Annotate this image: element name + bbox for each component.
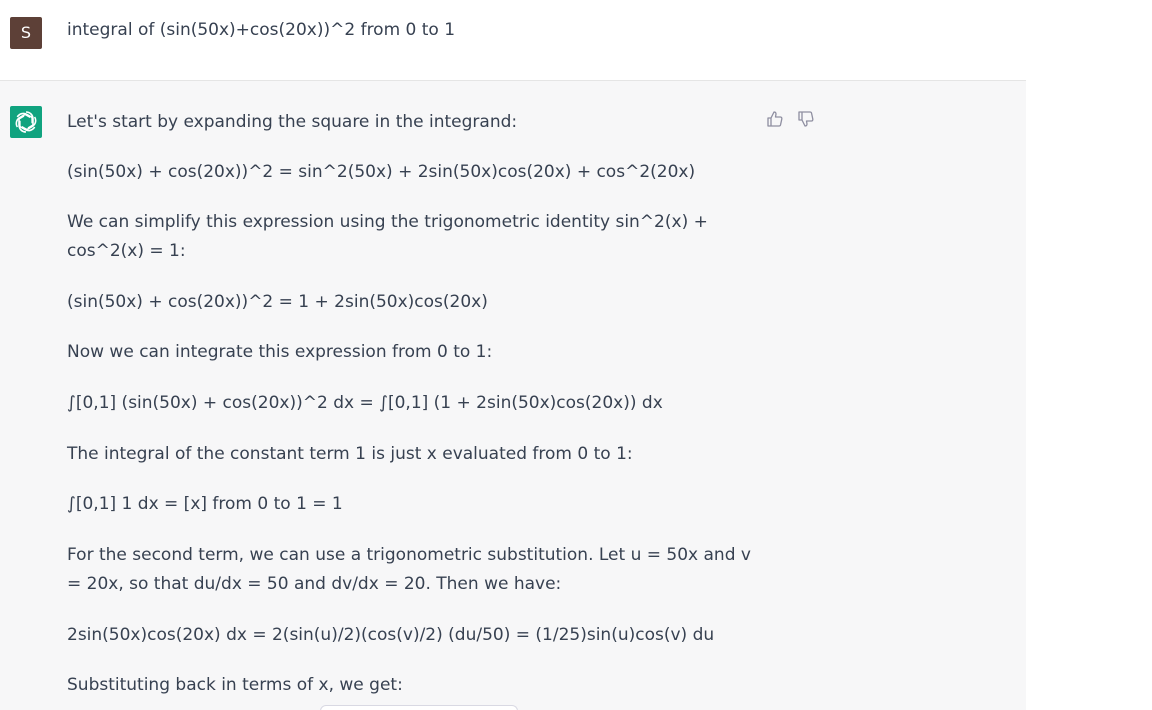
user-message-text: integral of (sin(50x)+cos(20x))^2 from 0… [67,20,456,40]
user-message-row: S integral of (sin(50x)+cos(20x))^2 from… [0,0,1026,81]
answer-paragraph: We can simplify this expression using th… [67,212,708,261]
assistant-message-row: Let's start by expanding the square in t… [0,81,1026,710]
thumbs-up-button[interactable] [765,109,785,129]
answer-paragraph: Substituting back in terms of x, we get: [67,675,403,695]
openai-logo-icon [15,111,37,133]
chat-window: S integral of (sin(50x)+cos(20x))^2 from… [0,0,1152,710]
answer-paragraph: ∫[0,1] 1 dx = [x] from 0 to 1 = 1 [67,494,343,514]
answer-paragraph: (sin(50x) + cos(20x))^2 = 1 + 2sin(50x)c… [67,292,488,312]
answer-paragraph: ∫[0,1] (sin(50x) + cos(20x))^2 dx = ∫[0,… [67,393,663,413]
answer-paragraph: Let's start by expanding the square in t… [67,112,518,132]
thumbs-down-icon [798,111,814,127]
answer-paragraph: The integral of the constant term 1 is j… [67,444,633,464]
answer-paragraph: For the second term, we can use a trigon… [67,545,751,594]
answer-paragraph: 2sin(50x)cos(20x) dx = 2(sin(u)/2)(cos(v… [67,625,715,645]
assistant-avatar [10,106,42,138]
thumbs-down-button[interactable] [796,109,816,129]
user-avatar: S [10,17,42,49]
answer-paragraph: Now we can integrate this expression fro… [67,342,493,362]
regenerate-button-edge[interactable] [320,705,518,710]
answer-paragraph: (sin(50x) + cos(20x))^2 = sin^2(50x) + 2… [67,162,696,182]
thumbs-up-icon [767,111,783,127]
